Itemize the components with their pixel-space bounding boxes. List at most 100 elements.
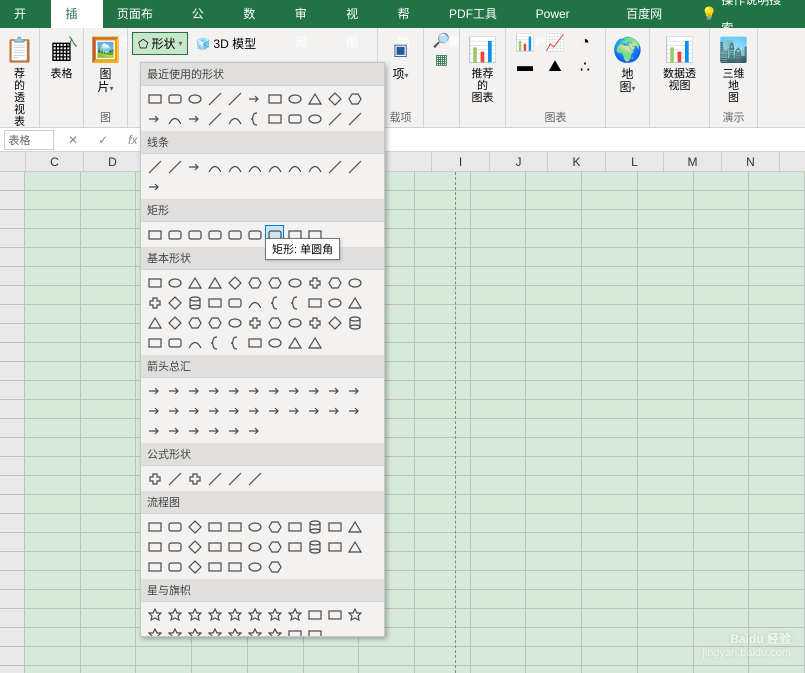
shape-item[interactable] [345,313,364,332]
shape-item[interactable] [185,333,204,352]
shape-item[interactable] [225,517,244,536]
shape-item[interactable] [285,605,304,624]
bar-chart-icon[interactable]: ▬ [512,56,538,78]
shape-item[interactable] [265,157,284,176]
shape-item[interactable] [165,625,184,637]
shape-item[interactable] [205,605,224,624]
shape-item[interactable] [245,537,264,556]
shape-item[interactable] [245,517,264,536]
pivot-chart-button[interactable]: 📊 数据透视图 [656,32,703,94]
shape-item[interactable] [225,537,244,556]
shape-item[interactable] [205,381,224,400]
shape-item[interactable] [325,313,344,332]
shape-item[interactable] [345,605,364,624]
shape-item[interactable] [165,421,184,440]
shape-item[interactable] [205,469,224,488]
shape-item[interactable] [165,273,184,292]
shape-item[interactable] [205,537,224,556]
shape-item[interactable] [305,537,324,556]
picture-button[interactable]: 🖼️ 图片▾ [90,32,121,97]
shape-item[interactable] [285,157,304,176]
shape-item[interactable] [245,293,264,312]
shape-item[interactable] [185,89,204,108]
shape-item[interactable] [285,273,304,292]
col-header[interactable]: C [26,152,84,171]
shape-item[interactable] [145,605,164,624]
shape-item[interactable] [225,333,244,352]
addins-button-alt[interactable]: ▣ 项▾ [384,32,417,84]
shape-item[interactable] [145,313,164,332]
bing-icon[interactable]: 🔎 [433,32,450,49]
shape-item[interactable] [285,381,304,400]
col-header[interactable]: M [664,152,722,171]
shape-item[interactable] [205,89,224,108]
shape-item[interactable] [185,557,204,576]
shape-item[interactable] [145,273,164,292]
col-header[interactable]: J [490,152,548,171]
shape-item[interactable] [325,89,344,108]
shape-item[interactable] [245,381,264,400]
shape-item[interactable] [185,381,204,400]
shape-item[interactable] [345,401,364,420]
shape-item[interactable] [285,537,304,556]
pie-chart-icon[interactable]: ◔ [572,32,598,54]
shape-item[interactable] [325,293,344,312]
shape-item[interactable] [325,157,344,176]
shape-item[interactable] [245,625,264,637]
scatter-chart-icon[interactable]: ∴ [572,56,598,78]
shape-item[interactable] [165,157,184,176]
shape-item[interactable] [265,313,284,332]
shape-item[interactable] [225,557,244,576]
shape-item[interactable] [145,89,164,108]
shape-item[interactable] [245,401,264,420]
shape-item[interactable] [165,537,184,556]
tab-pdf[interactable]: PDF工具集 [435,0,522,28]
shape-item[interactable] [225,273,244,292]
cancel-icon[interactable]: ✕ [62,133,84,147]
shape-item[interactable] [145,537,164,556]
shape-item[interactable] [345,273,364,292]
shape-item[interactable] [165,557,184,576]
shape-item[interactable] [325,381,344,400]
shape-item[interactable] [225,469,244,488]
shape-item[interactable] [165,109,184,128]
shape-item[interactable] [265,109,284,128]
shape-item[interactable] [185,293,204,312]
col-header[interactable] [0,152,26,171]
shape-item[interactable] [305,313,324,332]
shape-item[interactable] [145,517,164,536]
tab-help[interactable]: 帮助 [384,0,435,28]
shape-item[interactable] [185,517,204,536]
shape-item[interactable] [165,225,184,244]
shape-item[interactable] [305,293,324,312]
shape-item[interactable] [225,293,244,312]
shape-item[interactable] [185,605,204,624]
shape-item[interactable] [225,605,244,624]
shape-item[interactable] [225,89,244,108]
map-button[interactable]: 🌍 地图▾ [612,32,643,97]
shape-item[interactable] [205,293,224,312]
shape-item[interactable] [265,517,284,536]
shape-item[interactable] [325,273,344,292]
shape-item[interactable] [145,421,164,440]
shape-item[interactable] [165,469,184,488]
shape-item[interactable] [225,157,244,176]
shape-item[interactable] [205,333,224,352]
shape-item[interactable] [345,381,364,400]
shape-item[interactable] [205,557,224,576]
shape-item[interactable] [185,157,204,176]
shape-item[interactable] [205,401,224,420]
tab-data[interactable]: 数据 [229,0,280,28]
shape-item[interactable] [305,605,324,624]
shape-item[interactable] [345,109,364,128]
shape-item[interactable] [305,89,324,108]
shape-item[interactable] [325,109,344,128]
shape-item[interactable] [165,293,184,312]
column-chart-icon[interactable]: 📊 [512,32,538,54]
shape-item[interactable] [205,157,224,176]
shape-item[interactable] [185,537,204,556]
shape-item[interactable] [285,401,304,420]
shape-item[interactable] [305,517,324,536]
shape-item[interactable] [205,313,224,332]
shape-item[interactable] [145,557,164,576]
